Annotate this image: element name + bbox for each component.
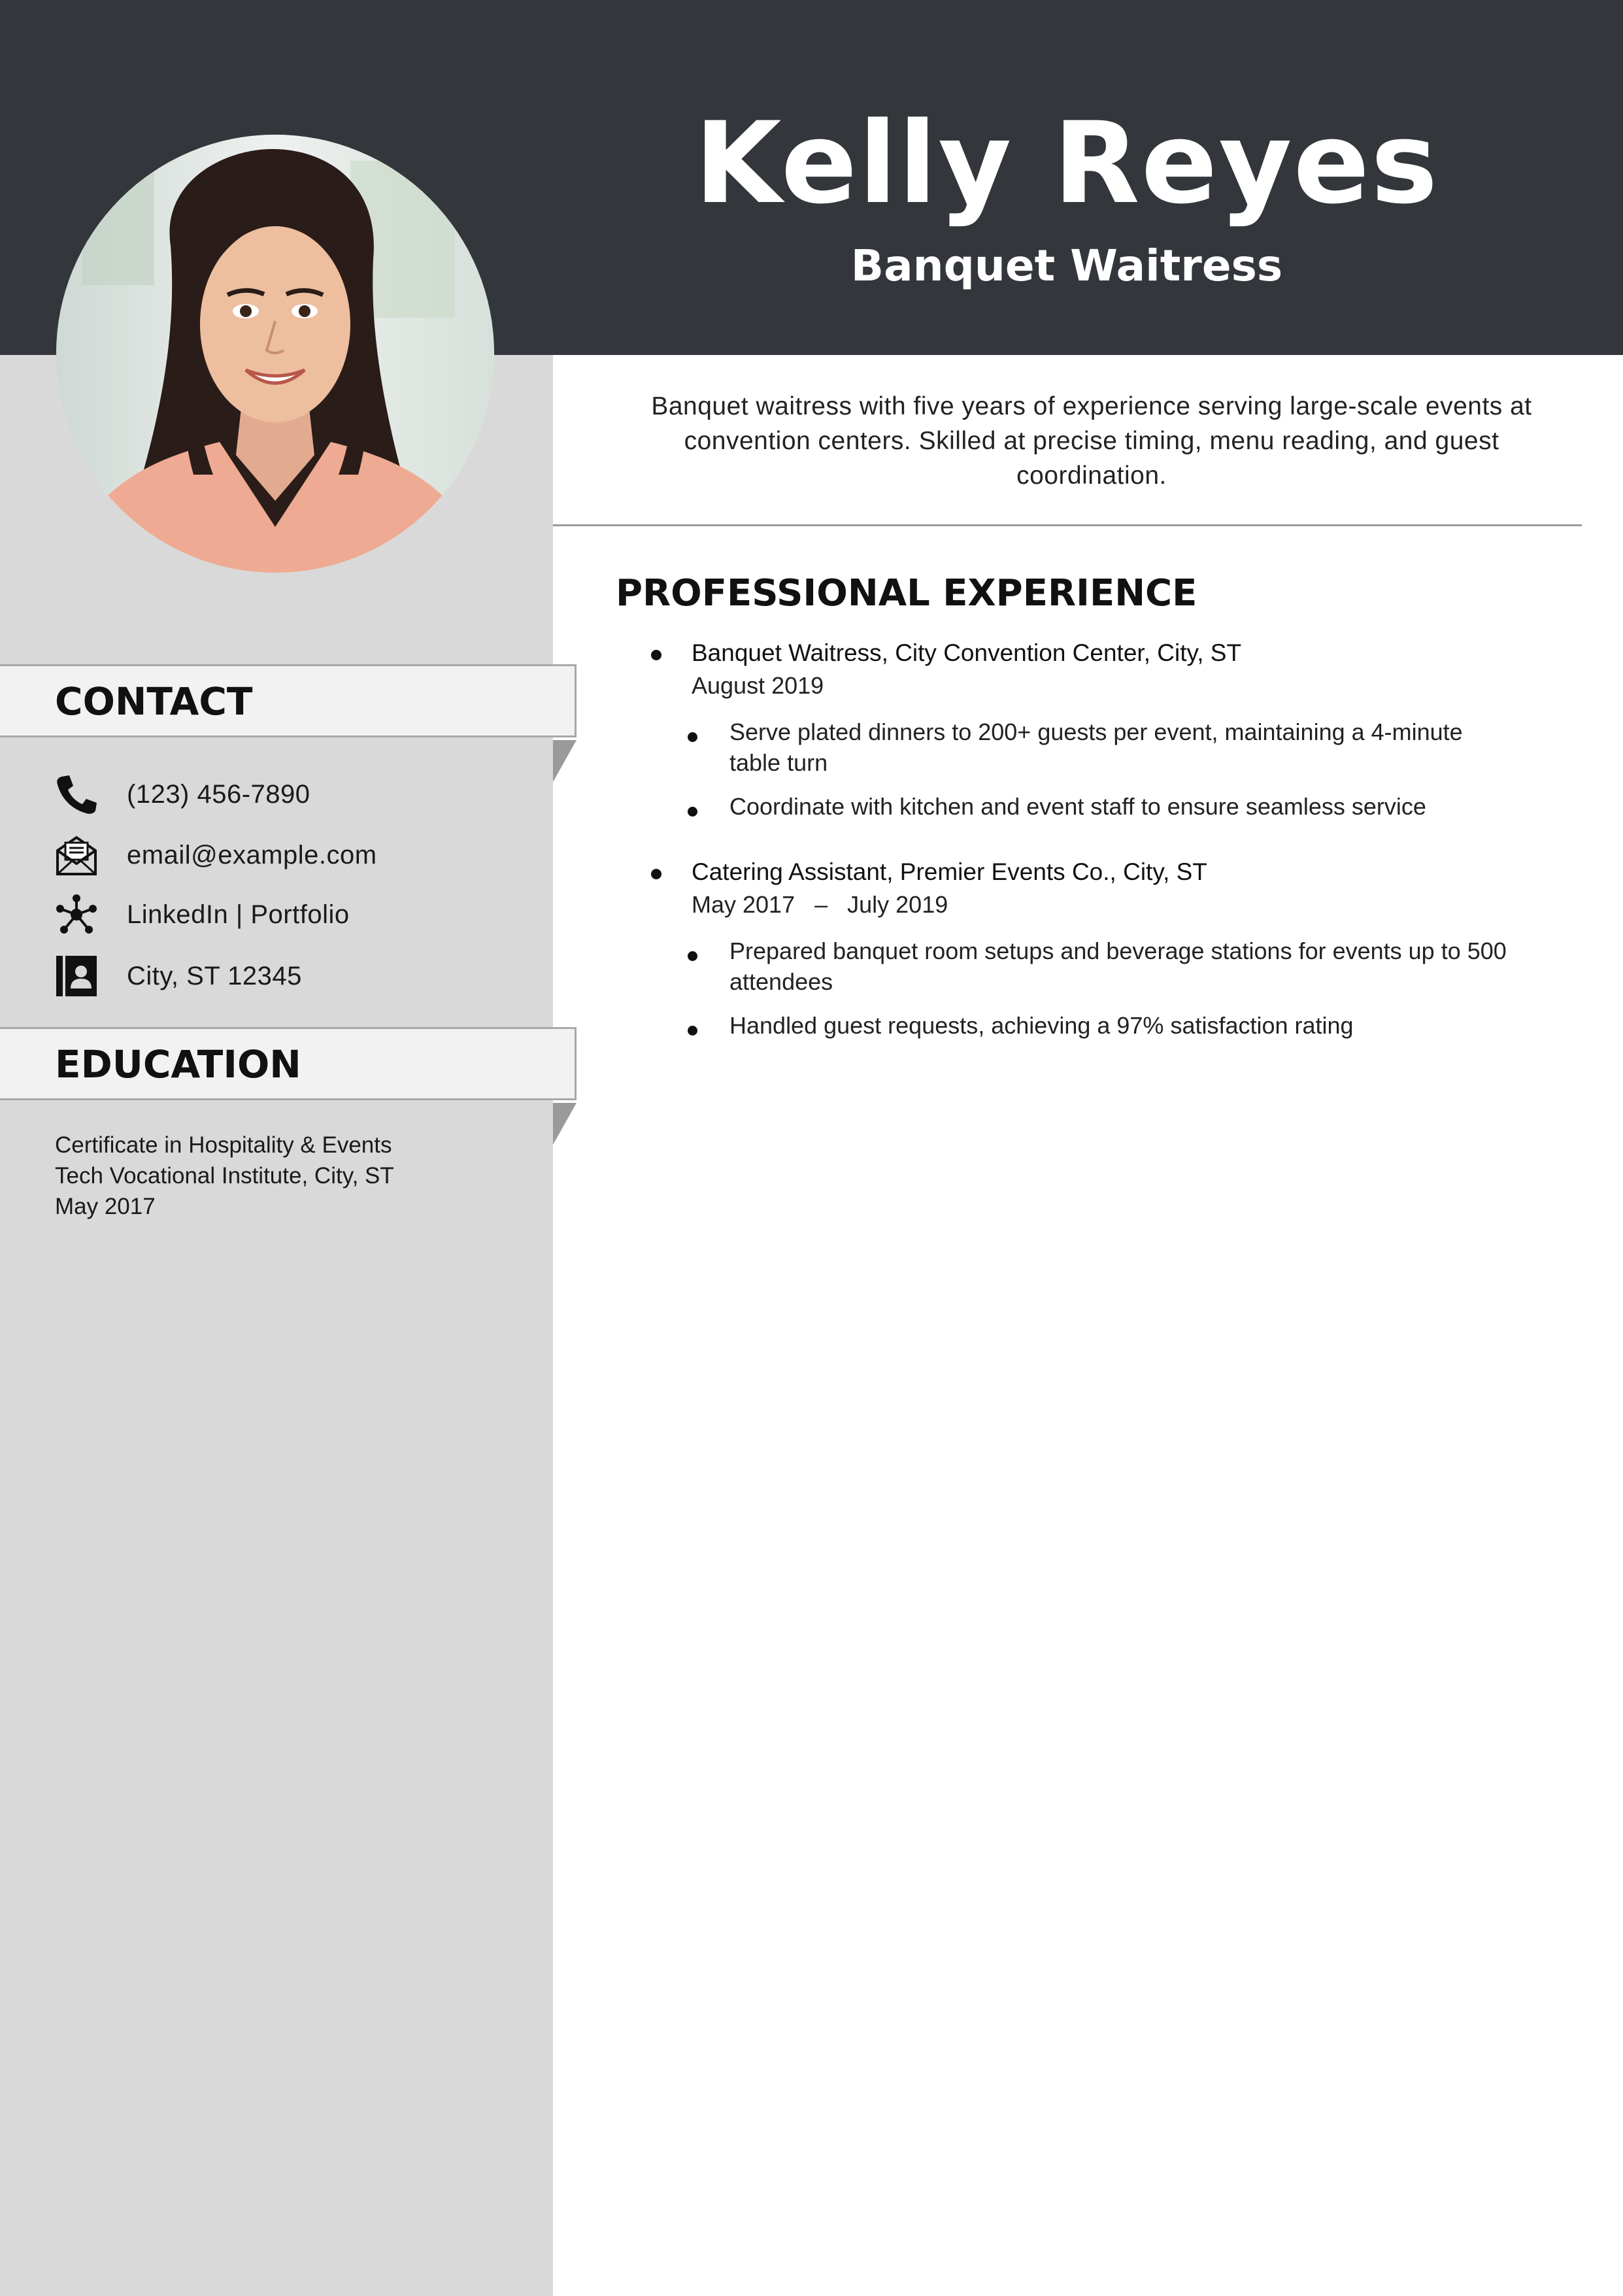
band-fold bbox=[553, 740, 577, 782]
list-item: Prepared banquet room setups and beverag… bbox=[616, 936, 1514, 997]
experience-section-title: PROFESSIONAL EXPERIENCE bbox=[616, 572, 1197, 615]
links-text: LinkedIn | Portfolio bbox=[127, 900, 350, 929]
address-book-icon bbox=[56, 956, 97, 996]
job-bullets: Serve plated dinners to 200+ guests per … bbox=[616, 717, 1557, 822]
job-date: May 2017 – July 2019 bbox=[692, 891, 948, 918]
band-fold bbox=[553, 1103, 577, 1145]
bullet-dot bbox=[688, 951, 697, 961]
profile-photo bbox=[56, 135, 494, 573]
education-section-title: EDUCATION bbox=[55, 1042, 301, 1087]
candidate-name: Kelly Reyes bbox=[694, 97, 1439, 229]
portrait-illustration bbox=[56, 135, 494, 573]
job-title: Banquet Waitress, City Convention Center… bbox=[692, 639, 1242, 666]
education-section-header: EDUCATION bbox=[0, 1027, 577, 1100]
education-credential: Certificate in Hospitality & Events bbox=[55, 1132, 392, 1158]
network-icon bbox=[56, 894, 97, 934]
list-item: Handled guest requests, achieving a 97% … bbox=[616, 1010, 1514, 1041]
list-item: Serve plated dinners to 200+ guests per … bbox=[616, 717, 1514, 778]
education-date: May 2017 bbox=[55, 1194, 156, 1219]
bullet-dot bbox=[651, 869, 661, 879]
job-header: Catering Assistant, Premier Events Co., … bbox=[616, 856, 1557, 921]
bullet-text: Serve plated dinners to 200+ guests per … bbox=[729, 718, 1463, 776]
bullet-text: Handled guest requests, achieving a 97% … bbox=[729, 1012, 1354, 1039]
bullet-dot bbox=[651, 650, 661, 660]
education-details: Certificate in Hospitality & Events Tech… bbox=[55, 1130, 394, 1222]
header-divider bbox=[553, 524, 1582, 526]
job-header: Banquet Waitress, City Convention Center… bbox=[616, 637, 1557, 702]
bullet-text: Prepared banquet room setups and beverag… bbox=[729, 937, 1507, 995]
list-item: Coordinate with kitchen and event staff … bbox=[616, 791, 1514, 822]
address-text: City, ST 12345 bbox=[127, 962, 302, 990]
phone-number: (123) 456-7890 bbox=[127, 780, 310, 809]
phone-icon bbox=[57, 775, 97, 814]
envelope-icon bbox=[56, 836, 97, 875]
job-entry: Banquet Waitress, City Convention Center… bbox=[616, 637, 1557, 835]
bullet-dot bbox=[688, 1026, 697, 1036]
contact-section-header: CONTACT bbox=[0, 664, 577, 737]
job-entry: Catering Assistant, Premier Events Co., … bbox=[616, 856, 1557, 1054]
bullet-text: Coordinate with kitchen and event staff … bbox=[729, 793, 1426, 820]
education-school: Tech Vocational Institute, City, ST bbox=[55, 1163, 394, 1189]
bullet-dot bbox=[688, 732, 697, 742]
contact-section-title: CONTACT bbox=[55, 679, 253, 724]
profile-summary: Banquet waitress with five years of expe… bbox=[651, 392, 1532, 490]
job-title: Catering Assistant, Premier Events Co., … bbox=[692, 858, 1207, 885]
job-role: Banquet Waitress bbox=[850, 241, 1283, 291]
job-date: August 2019 bbox=[692, 672, 824, 699]
bullet-dot bbox=[688, 807, 697, 817]
job-bullets: Prepared banquet room setups and beverag… bbox=[616, 936, 1557, 1041]
email-address: email@example.com bbox=[127, 841, 377, 869]
